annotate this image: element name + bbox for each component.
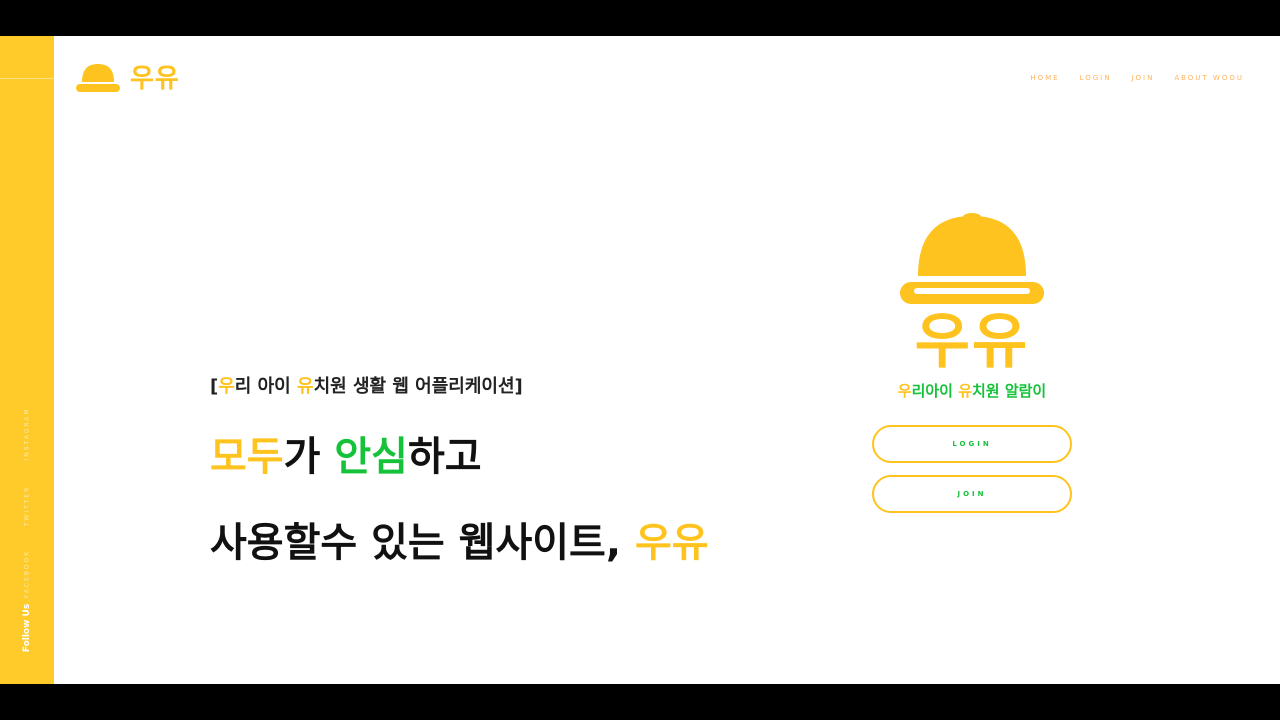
big-logo-text: 우유 [914, 307, 1030, 377]
headline-highlight-green: 안심 [334, 434, 408, 480]
top-nav: HOME LOGIN JOIN ABOUT WOOU [1030, 74, 1244, 82]
hero-subtitle-highlight-2: 유 [297, 376, 314, 397]
headline-text: 가 [283, 434, 335, 480]
nav-join[interactable]: JOIN [1131, 74, 1154, 82]
sidebar: INSTAGRAM TWITTER FACEBOOK Follow Us [0, 36, 54, 684]
headline-highlight-yellow: 모두 [210, 434, 284, 480]
nav-home[interactable]: HOME [1030, 74, 1059, 82]
card-tagline: 우리아이 유치원 알람이 [898, 380, 1046, 401]
headline-brand: 우유 [634, 520, 709, 566]
logo-text: 우유 [130, 64, 180, 94]
tagline-highlight-1: 우 [897, 382, 912, 400]
social-link-twitter[interactable]: TWITTER [24, 486, 31, 527]
tagline-highlight-2: 유 [958, 382, 972, 400]
login-card: 우유 우리아이 유치원 알람이 LOGIN JOIN [872, 212, 1072, 513]
hero-headline-1: 모두가 안심하고 [210, 424, 709, 482]
headline-text: 사용할수 있는 웹사이트, [210, 520, 635, 566]
hero-subtitle-highlight-1: 우 [218, 376, 235, 397]
tagline-rest: 치원 알람이 [972, 382, 1047, 400]
big-hat-icon [900, 213, 1044, 304]
hero-subtitle-rest: 치원 생활 웹 어플리케이션] [313, 376, 523, 397]
login-button[interactable]: LOGIN [872, 425, 1072, 463]
brand-logo[interactable]: 우유 [76, 58, 180, 95]
nav-login[interactable]: LOGIN [1080, 74, 1112, 82]
nav-about[interactable]: ABOUT WOOU [1174, 74, 1244, 82]
follow-us-label: Follow Us [22, 603, 32, 653]
join-button[interactable]: JOIN [872, 475, 1072, 513]
social-link-instagram[interactable]: INSTAGRAM [24, 407, 31, 460]
hero: [우리 아이 유치원 생활 웹 어플리케이션] 모두가 안심하고 사용할수 있는… [210, 372, 709, 568]
hat-icon [76, 63, 120, 92]
hero-subtitle-part: 리 아이 [234, 376, 298, 397]
hero-subtitle-bracket: [ [210, 376, 219, 397]
sidebar-divider [0, 78, 54, 79]
page: INSTAGRAM TWITTER FACEBOOK Follow Us 우유 … [0, 36, 1280, 684]
tagline-part: 리아이 [911, 382, 959, 400]
headline-text: 하고 [407, 434, 482, 480]
social-link-facebook[interactable]: FACEBOOK [24, 550, 31, 598]
hero-headline-2: 사용할수 있는 웹사이트, 우유 [210, 510, 709, 568]
hero-subtitle: [우리 아이 유치원 생활 웹 어플리케이션] [210, 372, 709, 398]
